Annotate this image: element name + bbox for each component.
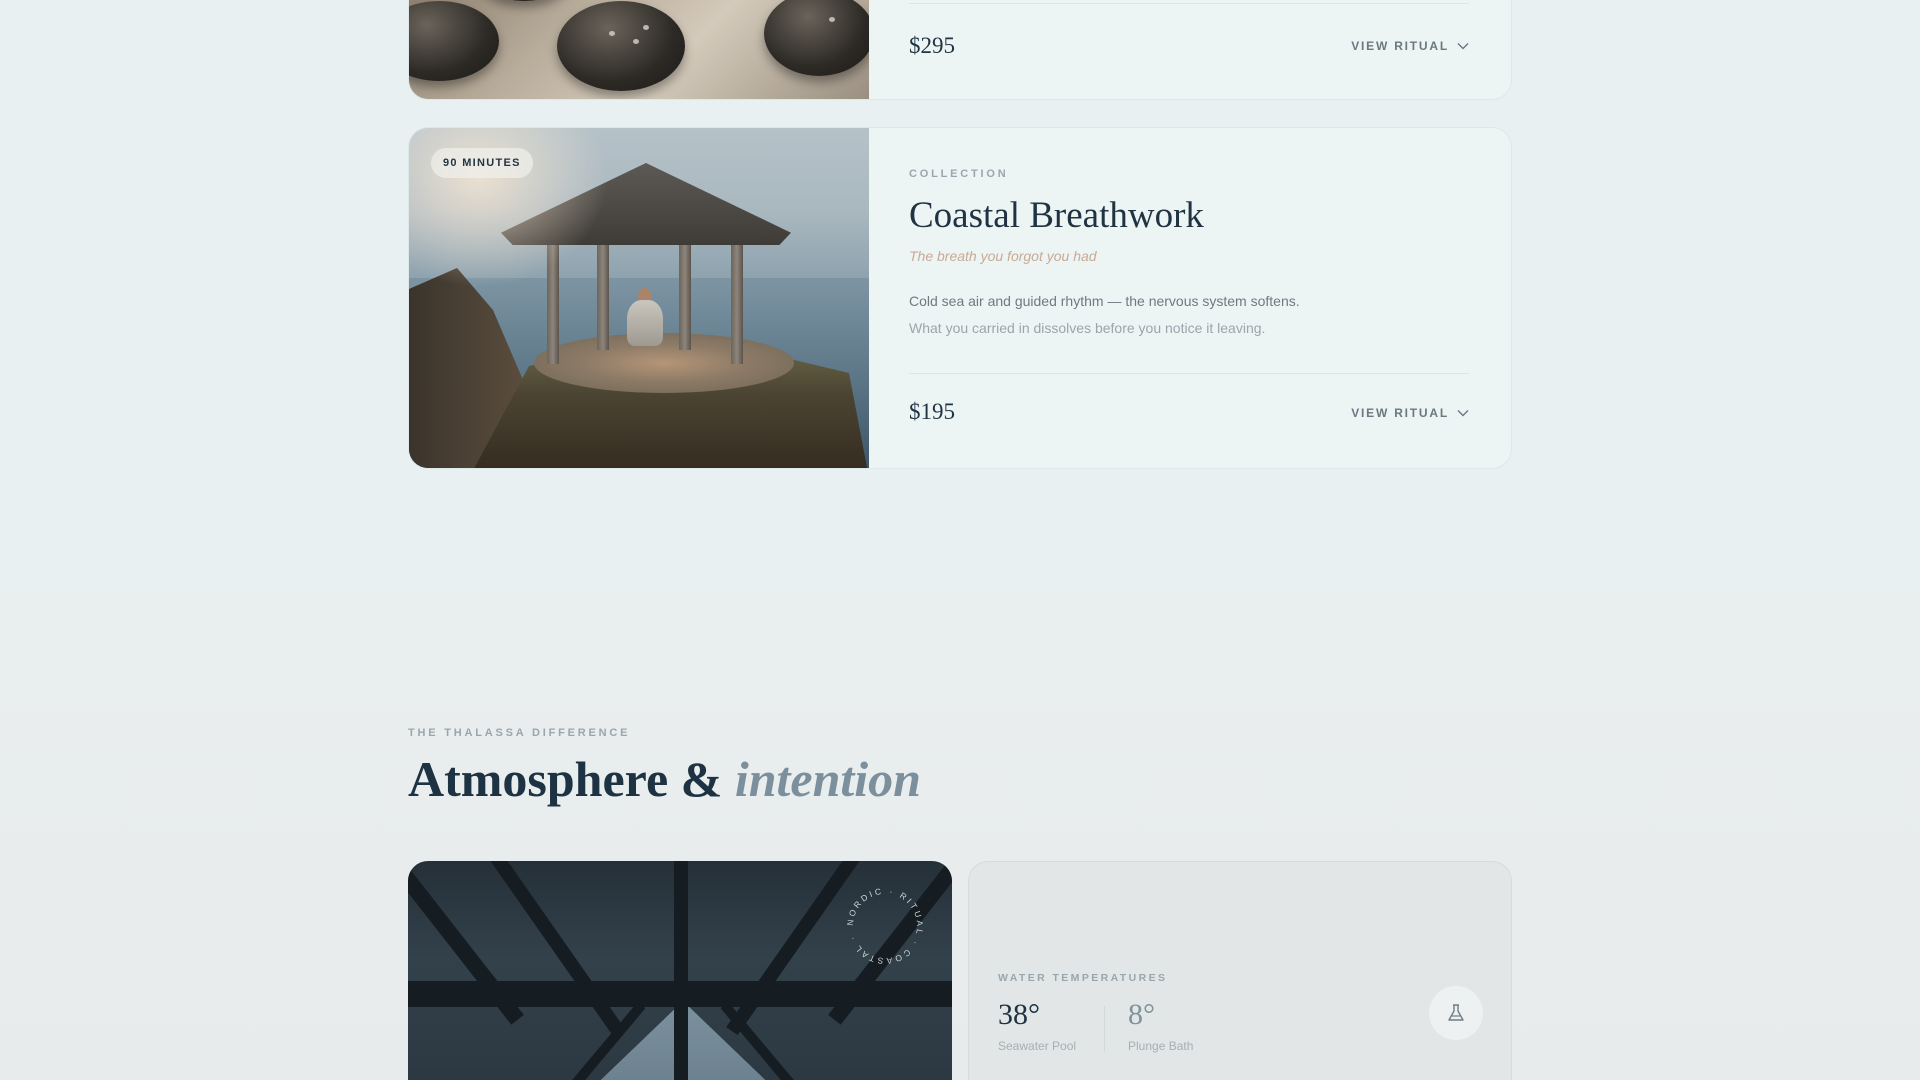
seawater-pool-temp: 38° (998, 998, 1040, 1031)
ritual-title: Coastal Breathwork (909, 195, 1204, 236)
view-ritual-button[interactable]: VIEW RITUAL (1351, 39, 1469, 53)
ritual-card-body: $295 VIEW RITUAL (869, 0, 1511, 99)
section-eyebrow: THE THALASSA DIFFERENCE (408, 727, 631, 739)
ritual-card-body: COLLECTION Coastal Breathwork The breath… (869, 128, 1511, 468)
view-ritual-label: VIEW RITUAL (1351, 406, 1449, 420)
ritual-image-gazebo: 90 MINUTES (409, 128, 869, 468)
card-divider (909, 3, 1469, 4)
ritual-image-stones (409, 0, 869, 99)
water-temperatures-card: WATER TEMPERATURES 38° Seawater Pool 8° … (968, 861, 1512, 1080)
flask-icon (1448, 1004, 1464, 1021)
ritual-price: $195 (909, 399, 955, 424)
ritual-price: $295 (909, 33, 955, 58)
water-temperatures-eyebrow: WATER TEMPERATURES (998, 972, 1168, 984)
nordic-ritual-badge: NORDIC · RITUAL · COASTAL · (845, 886, 925, 966)
difference-section-background (0, 596, 1920, 1080)
view-ritual-label: VIEW RITUAL (1351, 39, 1449, 53)
ritual-description-line2: What you carried in dissolves before you… (909, 320, 1266, 336)
ritual-card-coastal-breathwork: 90 MINUTES COLLECTION Coastal Breathwork… (408, 127, 1512, 469)
chevron-down-icon (1457, 43, 1469, 50)
view-ritual-button[interactable]: VIEW RITUAL (1351, 406, 1469, 420)
temp-divider (1104, 1006, 1105, 1052)
section-title-plain: Atmosphere & (408, 751, 723, 807)
atmosphere-image-roof: NORDIC · RITUAL · COASTAL · (408, 861, 952, 1080)
flask-button[interactable] (1429, 986, 1483, 1040)
ritual-description-line1: Cold sea air and guided rhythm — the ner… (909, 293, 1300, 309)
duration-badge: 90 MINUTES (431, 148, 533, 178)
ritual-eyebrow: COLLECTION (909, 168, 1009, 180)
ritual-tagline: The breath you forgot you had (909, 248, 1097, 264)
seawater-pool-label: Seawater Pool (998, 1039, 1077, 1053)
chevron-down-icon (1457, 410, 1469, 417)
ritual-card-hot-stone: $295 VIEW RITUAL (408, 0, 1512, 100)
section-title-emphasis: intention (734, 751, 921, 807)
plunge-bath-temp: 8° (1128, 998, 1155, 1031)
svg-text:NORDIC · RITUAL · COASTAL ·: NORDIC · RITUAL · COASTAL · (845, 886, 925, 966)
section-title: Atmosphere & intention (408, 750, 921, 808)
card-divider (909, 373, 1469, 374)
plunge-bath-label: Plunge Bath (1128, 1039, 1194, 1053)
